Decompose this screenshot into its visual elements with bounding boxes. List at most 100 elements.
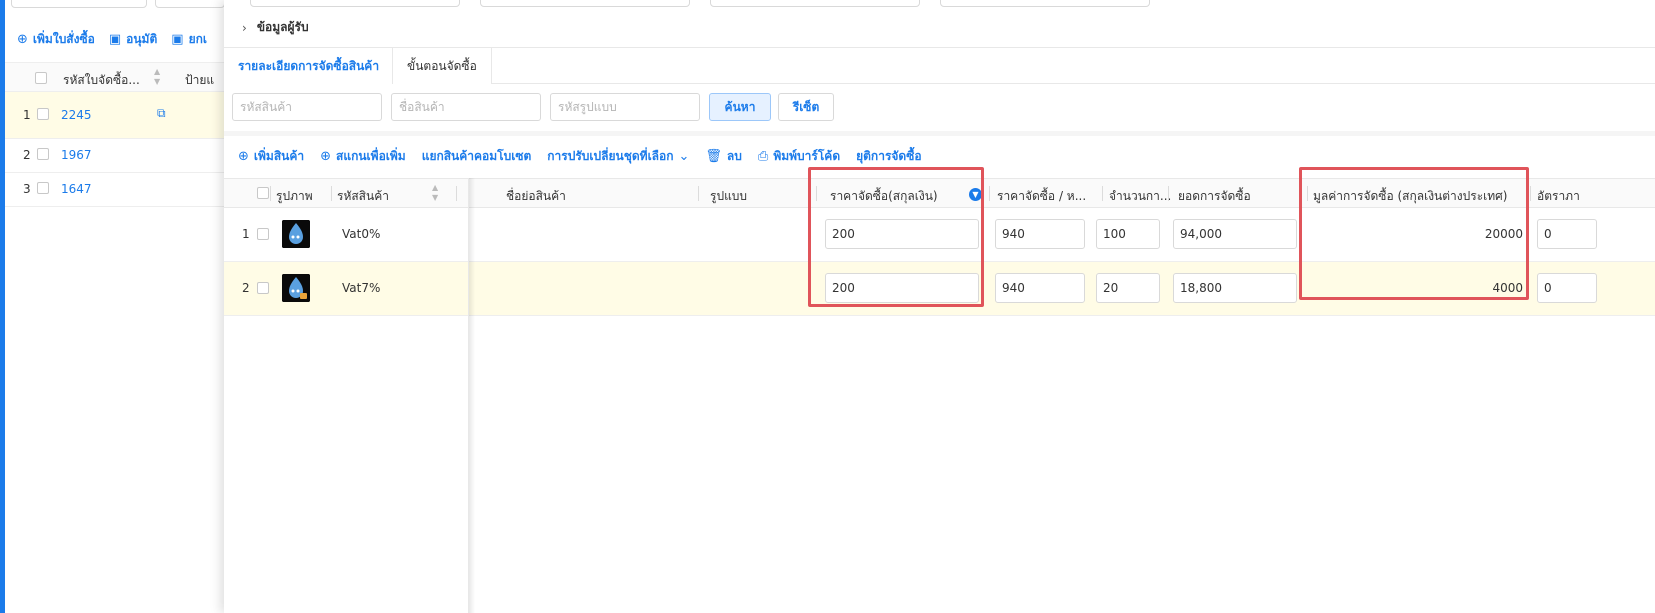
column-divider — [1530, 186, 1531, 201]
select-all-checkbox[interactable] — [35, 72, 47, 84]
add-purchase-order-button[interactable]: ⊕ เพิ่มใบสั่งซื้อ — [17, 30, 95, 49]
row-checkbox[interactable] — [37, 148, 49, 160]
purchase-total-input[interactable]: 18,800 — [1173, 273, 1297, 303]
row-checkbox[interactable] — [257, 228, 269, 240]
add-purchase-order-label: เพิ่มใบสั่งซื้อ — [32, 32, 95, 46]
add-product-label: เพิ่มสินค้า — [253, 149, 305, 163]
column-divider — [331, 186, 332, 201]
row-checkbox[interactable] — [37, 182, 49, 194]
quantity-input[interactable]: 20 — [1096, 273, 1160, 303]
scan-plus-icon: ⊕ — [320, 149, 332, 164]
column-divider — [1168, 186, 1169, 201]
scan-to-add-button[interactable]: ⊕ สแกนเพื่อเพิ่ม — [320, 147, 406, 166]
list-row[interactable]: 3 1647 — [5, 173, 225, 207]
print-barcode-label: พิมพ์บาร์โค้ด — [773, 149, 841, 163]
row-number: 2 — [242, 281, 250, 295]
chevron-right-icon: › — [242, 20, 247, 35]
product-thumbnail — [282, 274, 310, 302]
column-header-image: รูปภาพ — [276, 189, 313, 203]
model-code-input[interactable] — [550, 93, 700, 121]
purchase-price-per-unit-input[interactable]: 940 — [995, 273, 1085, 303]
purchase-total-input[interactable]: 94,000 — [1173, 219, 1297, 249]
select-all-checkbox[interactable] — [257, 187, 269, 199]
column-header-model: รูปแบบ — [710, 189, 748, 203]
batch-change-dropdown[interactable]: การปรับเปลี่ยนชุดที่เลือก ⌄ — [547, 147, 689, 166]
reset-button[interactable]: รีเซ็ต — [778, 93, 834, 121]
column-divider — [989, 186, 990, 201]
purchase-order-list-panel: ⊕ เพิ่มใบสั่งซื้อ ▣ อนุมัติ ▣ ยกเ รหัสใบ… — [5, 0, 225, 613]
purchase-price-per-unit-input[interactable]: 940 — [995, 219, 1085, 249]
form-field[interactable] — [480, 0, 690, 7]
copy-icon[interactable]: ⧉ — [157, 106, 166, 121]
po-code-link[interactable]: 1647 — [61, 182, 92, 196]
tax-rate-input[interactable]: 0 — [1537, 219, 1597, 249]
column-header-purchase-total: ยอดการจัดซื้อ — [1178, 189, 1251, 203]
cancel-label: ยกเ — [188, 32, 207, 46]
approve-icon: ▣ — [108, 32, 122, 47]
sort-icon[interactable]: ▲ ▼ — [154, 67, 160, 87]
column-divider — [456, 186, 457, 201]
batch-change-label: การปรับเปลี่ยนชุดที่เลือก — [547, 149, 674, 163]
cancel-button[interactable]: ▣ ยกเ — [171, 30, 207, 49]
product-code: Vat0% — [342, 227, 381, 241]
product-thumbnail — [282, 220, 310, 248]
tab-purchase-details[interactable]: รายละเอียดการจัดซื้อสินค้า — [224, 48, 394, 84]
search-button[interactable]: ค้นหา — [709, 93, 771, 121]
row-checkbox[interactable] — [37, 108, 49, 120]
form-field[interactable] — [940, 0, 1150, 7]
po-code-link[interactable]: 1967 — [61, 148, 92, 162]
column-header-label: ป้ายแ — [185, 73, 215, 87]
purchase-detail-drawer: › ข้อมูลผู้รับ รายละเอียดการจัดซื้อสินค้… — [224, 0, 1655, 613]
column-header-product-code[interactable]: รหัสสินค้า — [337, 187, 389, 206]
recipient-info-toggle[interactable]: › ข้อมูลผู้รับ — [242, 18, 309, 37]
fixed-column-shadow — [469, 178, 475, 613]
trash-icon: 🗑 — [705, 149, 722, 164]
plus-circle-icon: ⊕ — [17, 32, 28, 47]
tax-rate-input[interactable]: 0 — [1537, 273, 1597, 303]
print-barcode-button[interactable]: ⎙ พิมพ์บาร์โค้ด — [758, 147, 840, 166]
detail-tabs: รายละเอียดการจัดซื้อสินค้า ขั้นตอนจัดซื้… — [224, 47, 1655, 84]
delete-label: ลบ — [726, 149, 742, 163]
section-divider — [224, 131, 1655, 136]
row-number: 3 — [23, 182, 31, 196]
annotation-highlight-foreign-value — [1299, 167, 1529, 300]
chevron-down-icon: ⌄ — [678, 149, 690, 164]
approve-label: อนุมัติ — [126, 32, 158, 46]
recipient-info-label: ข้อมูลผู้รับ — [256, 20, 309, 34]
form-field[interactable] — [250, 0, 460, 7]
split-combo-label: แยกสินค้าคอมโบเซต — [421, 149, 532, 163]
cancel-icon: ▣ — [171, 32, 184, 47]
approve-button[interactable]: ▣ อนุมัติ — [109, 30, 157, 49]
row-number: 1 — [23, 108, 31, 122]
sort-icon[interactable]: ▲ ▼ — [432, 183, 438, 203]
scan-to-add-label: สแกนเพื่อเพิ่ม — [336, 149, 406, 163]
column-header-short-name: ชื่อย่อสินค้า — [506, 189, 566, 203]
list-row[interactable]: 1 2245 ⧉ — [5, 92, 225, 139]
row-checkbox[interactable] — [257, 282, 269, 294]
list-toolbar: ⊕ เพิ่มใบสั่งซื้อ ▣ อนุมัติ ▣ ยกเ — [17, 30, 207, 49]
po-code-link[interactable]: 2245 — [61, 108, 92, 122]
quantity-input[interactable]: 100 — [1096, 219, 1160, 249]
split-combo-button[interactable]: แยกสินค้าคอมโบเซต — [422, 147, 532, 166]
column-header-po-code[interactable]: รหัสใบจัดซื้อ... — [63, 71, 140, 90]
product-toolbar: ⊕ เพิ่มสินค้า ⊕ สแกนเพื่อเพิ่ม แยกสินค้า… — [238, 147, 922, 166]
terminate-purchase-button[interactable]: ยุติการจัดซื้อ — [856, 147, 921, 166]
delete-button[interactable]: 🗑 ลบ — [705, 147, 742, 166]
add-product-button[interactable]: ⊕ เพิ่มสินค้า — [238, 147, 304, 166]
annotation-highlight-purchase-price — [808, 167, 984, 307]
column-header-tax-rate: อัตราภา — [1537, 189, 1580, 203]
form-field[interactable] — [710, 0, 920, 7]
column-divider — [270, 186, 271, 201]
printer-icon: ⎙ — [757, 149, 769, 164]
list-row[interactable]: 2 1967 — [5, 139, 225, 173]
column-header-purchase-price-per-unit: ราคาจัดซื้อ / ห... — [997, 189, 1087, 203]
filter-field[interactable] — [11, 0, 147, 8]
product-code-input[interactable] — [232, 93, 382, 121]
product-table: รูปภาพ รหัสสินค้า ▲ ▼ ชื่อย่อสินค้า รูปแบ… — [224, 167, 1655, 613]
row-number: 2 — [23, 148, 31, 162]
list-header: รหัสใบจัดซื้อ... ▲ ▼ ป้ายแ — [5, 62, 225, 92]
product-name-input[interactable] — [391, 93, 541, 121]
tab-purchase-steps[interactable]: ขั้นตอนจัดซื้อ — [392, 48, 492, 84]
filter-field[interactable] — [155, 0, 225, 8]
row-number: 1 — [242, 227, 250, 241]
